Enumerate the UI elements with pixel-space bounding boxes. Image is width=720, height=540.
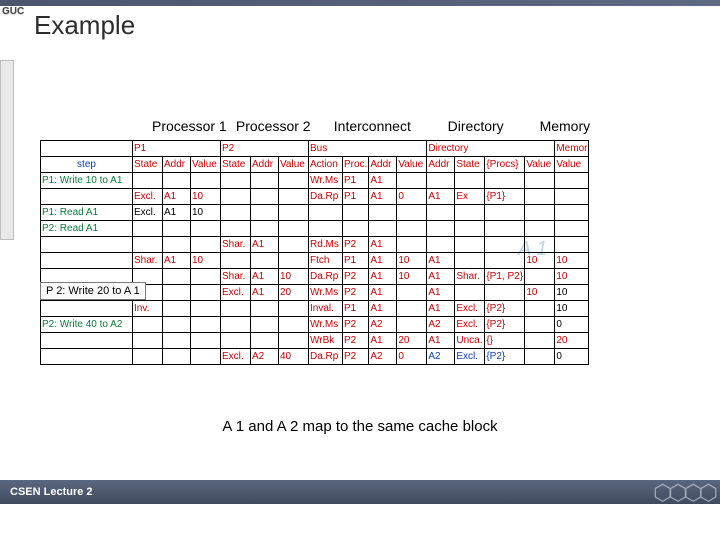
table-row: P2: Read A1: [41, 221, 589, 237]
hdr-bus: Bus: [309, 141, 427, 157]
table-row: Inv.Inval.P1A1A1Excl.{P2}10: [41, 301, 589, 317]
hdr-value-dir: Value: [525, 157, 555, 173]
logo: GUC: [2, 6, 24, 17]
page-title: Example: [34, 10, 135, 41]
table-row: Shar.A110FtchP1A110A11010: [41, 253, 589, 269]
hdr-dir: Directory: [427, 141, 555, 157]
hdr-addr-dir: Addr: [427, 157, 455, 173]
hdr-p2: P2: [221, 141, 309, 157]
column-group-headers: Processor 1 Processor 2 Interconnect Dir…: [152, 118, 590, 134]
col-header-p2: Processor 2: [236, 118, 330, 134]
hex-icon: ⬡⬡⬡⬡: [653, 480, 714, 506]
caption: A 1 and A 2 map to the same cache block: [0, 418, 720, 435]
hdr-p1: P1: [133, 141, 221, 157]
table-row: P1: Write 10 to A1Wr.MsP1A1: [41, 173, 589, 189]
table-header-sub: step State Addr Value State Addr Value A…: [41, 157, 589, 173]
table-row: WrBkP2A120A1Unca.{}20: [41, 333, 589, 349]
footer-bar: CSEN Lecture 2: [0, 480, 720, 504]
col-header-mem: Memory: [540, 118, 591, 134]
hdr-addr-p2: Addr: [251, 157, 279, 173]
col-header-p1: Processor 1: [152, 118, 232, 134]
hdr-mem: Memor: [555, 141, 589, 157]
hdr-state-p1: State: [133, 157, 163, 173]
table-row: Excl.A240Da.RpP2A20A2Excl.{P2}0: [41, 349, 589, 365]
callout-label: P 2: Write 20 to A 1: [40, 282, 146, 300]
table-row: P2: Write 40 to A2Wr.MsP2A2A2Excl.{P2}0: [41, 317, 589, 333]
col-header-bus: Interconnect: [334, 118, 444, 134]
hdr-value-mem: Value: [555, 157, 589, 173]
table-row: P1: Read A1Excl.A110: [41, 205, 589, 221]
table-header-group: P1 P2 Bus Directory Memor: [41, 141, 589, 157]
hdr-addr-p1: Addr: [163, 157, 191, 173]
hdr-procs: {Procs}: [485, 157, 525, 173]
sidebar-band-1: [0, 60, 14, 240]
hdr-value-p1: Value: [191, 157, 221, 173]
col-header-dir: Directory: [448, 118, 536, 134]
table-row: Shar.A1Rd.MsP2A1: [41, 237, 589, 253]
hdr-value-p2: Value: [279, 157, 309, 173]
hdr-addr-bus: Addr: [369, 157, 397, 173]
table-row: Excl.A110Da.RpP1A10A1Ex{P1}: [41, 189, 589, 205]
hdr-state-dir: State: [455, 157, 485, 173]
hdr-proc: Proc.: [343, 157, 369, 173]
top-accent-bar: [0, 0, 720, 6]
hdr-value-bus: Value: [397, 157, 427, 173]
hdr-state-p2: State: [221, 157, 251, 173]
hdr-step: step: [41, 157, 133, 173]
hdr-action: Action: [309, 157, 343, 173]
coherence-table: P1 P2 Bus Directory Memor step State Add…: [40, 140, 589, 365]
footer-text: CSEN Lecture 2: [10, 486, 93, 498]
